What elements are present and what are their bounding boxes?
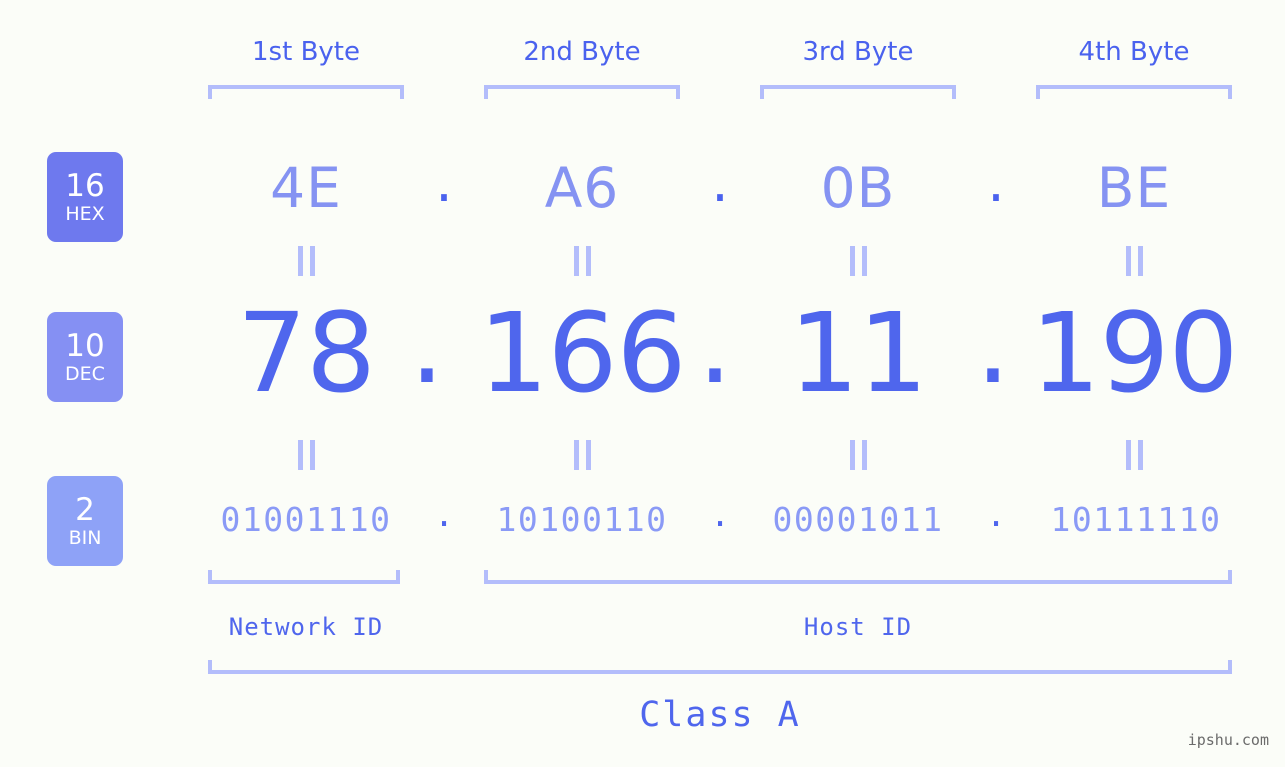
bin-byte-4: 10111110 [1050, 500, 1222, 539]
byte-header-label-1: 1st Byte [252, 37, 360, 67]
hex-byte-4: BE [1096, 156, 1172, 220]
hex-byte-3: 0B [820, 156, 896, 220]
radix-badge-bin-number: 2 [75, 491, 95, 528]
network-id-label: Network ID [228, 613, 384, 641]
equals-mark-hex-dec-1 [291, 244, 321, 278]
equals-mark-dec-bin-3 [843, 438, 873, 472]
bin-separator-3: . [986, 495, 1006, 534]
dec-byte-2: 166 [478, 289, 687, 417]
equals-mark-hex-dec-3 [843, 244, 873, 278]
equals-mark-dec-bin-1 [291, 438, 321, 472]
byte-bracket-4 [1036, 85, 1232, 99]
equals-mark-dec-bin-2 [567, 438, 597, 472]
bin-separator-2: . [710, 495, 730, 534]
radix-badge-hex: 16 HEX [47, 152, 123, 242]
byte-header-label-2: 2nd Byte [523, 37, 641, 67]
equals-mark-hex-dec-2 [567, 244, 597, 278]
dec-byte-1: 78 [237, 289, 376, 417]
radix-badge-bin-name: BIN [68, 526, 102, 549]
hex-byte-1: 4E [270, 156, 342, 220]
byte-bracket-2 [484, 85, 680, 99]
bin-byte-2: 10100110 [496, 500, 668, 539]
radix-badge-dec: 10 DEC [47, 312, 123, 402]
radix-badge-dec-name: DEC [65, 362, 105, 385]
byte-bracket-1 [208, 85, 404, 99]
dec-byte-4: 190 [1030, 289, 1239, 417]
hex-separator-3: . [987, 150, 1005, 214]
radix-badge-hex-number: 16 [65, 167, 105, 204]
equals-mark-dec-bin-4 [1119, 438, 1149, 472]
bin-separator-1: . [434, 495, 454, 534]
dec-byte-3: 11 [789, 289, 928, 417]
byte-header-label-3: 3rd Byte [802, 37, 914, 67]
site-watermark: ipshu.com [1187, 731, 1269, 749]
radix-badge-hex-name: HEX [65, 202, 105, 225]
network-id-bracket [208, 570, 400, 584]
host-id-label: Host ID [803, 613, 913, 641]
bin-byte-3: 00001011 [772, 500, 944, 539]
dec-separator-3: . [975, 280, 1011, 408]
class-label: Class A [639, 695, 801, 735]
class-bracket [208, 660, 1232, 674]
ip-address-breakdown-diagram: 1st Byte 2nd Byte 3rd Byte 4th Byte 16 H… [0, 0, 1285, 767]
dec-separator-1: . [409, 280, 445, 408]
dec-separator-2: . [697, 280, 733, 408]
host-id-bracket [484, 570, 1232, 584]
hex-separator-1: . [435, 150, 453, 214]
radix-badge-bin: 2 BIN [47, 476, 123, 566]
bin-byte-1: 01001110 [220, 500, 392, 539]
hex-byte-2: A6 [544, 156, 620, 220]
byte-header-label-4: 4th Byte [1078, 37, 1190, 67]
equals-mark-hex-dec-4 [1119, 244, 1149, 278]
hex-separator-2: . [711, 150, 729, 214]
byte-bracket-3 [760, 85, 956, 99]
radix-badge-dec-number: 10 [65, 327, 105, 364]
